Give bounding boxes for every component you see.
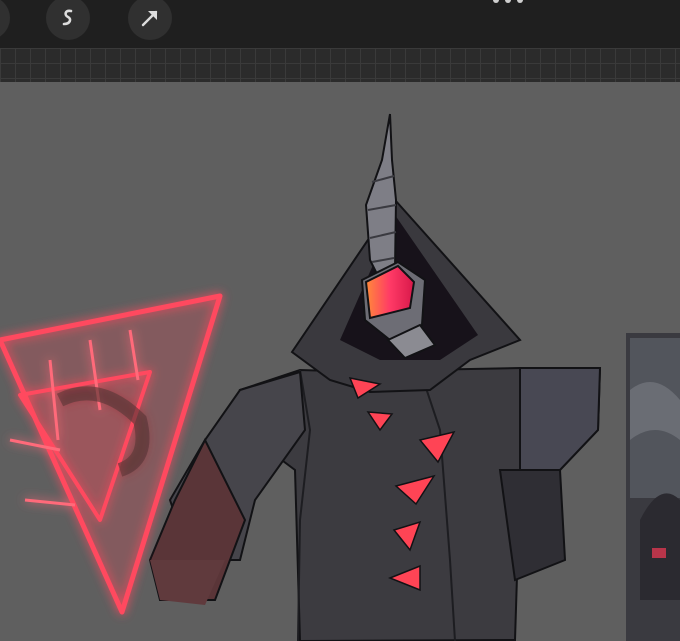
top-toolbar [0, 0, 680, 48]
smudge-icon [62, 9, 73, 26]
character-artwork [0, 113, 680, 641]
transform-arrow-icon [141, 10, 158, 27]
transform-tool-button[interactable] [128, 0, 172, 40]
drawing-canvas[interactable] [0, 82, 680, 641]
smudge-tool-button[interactable] [46, 0, 90, 40]
brush-tool-button[interactable] [0, 0, 10, 40]
reference-image-thumbnail[interactable] [626, 333, 680, 641]
canvas-grid-ruler [0, 48, 680, 82]
more-dots-icon[interactable] [490, 0, 526, 6]
